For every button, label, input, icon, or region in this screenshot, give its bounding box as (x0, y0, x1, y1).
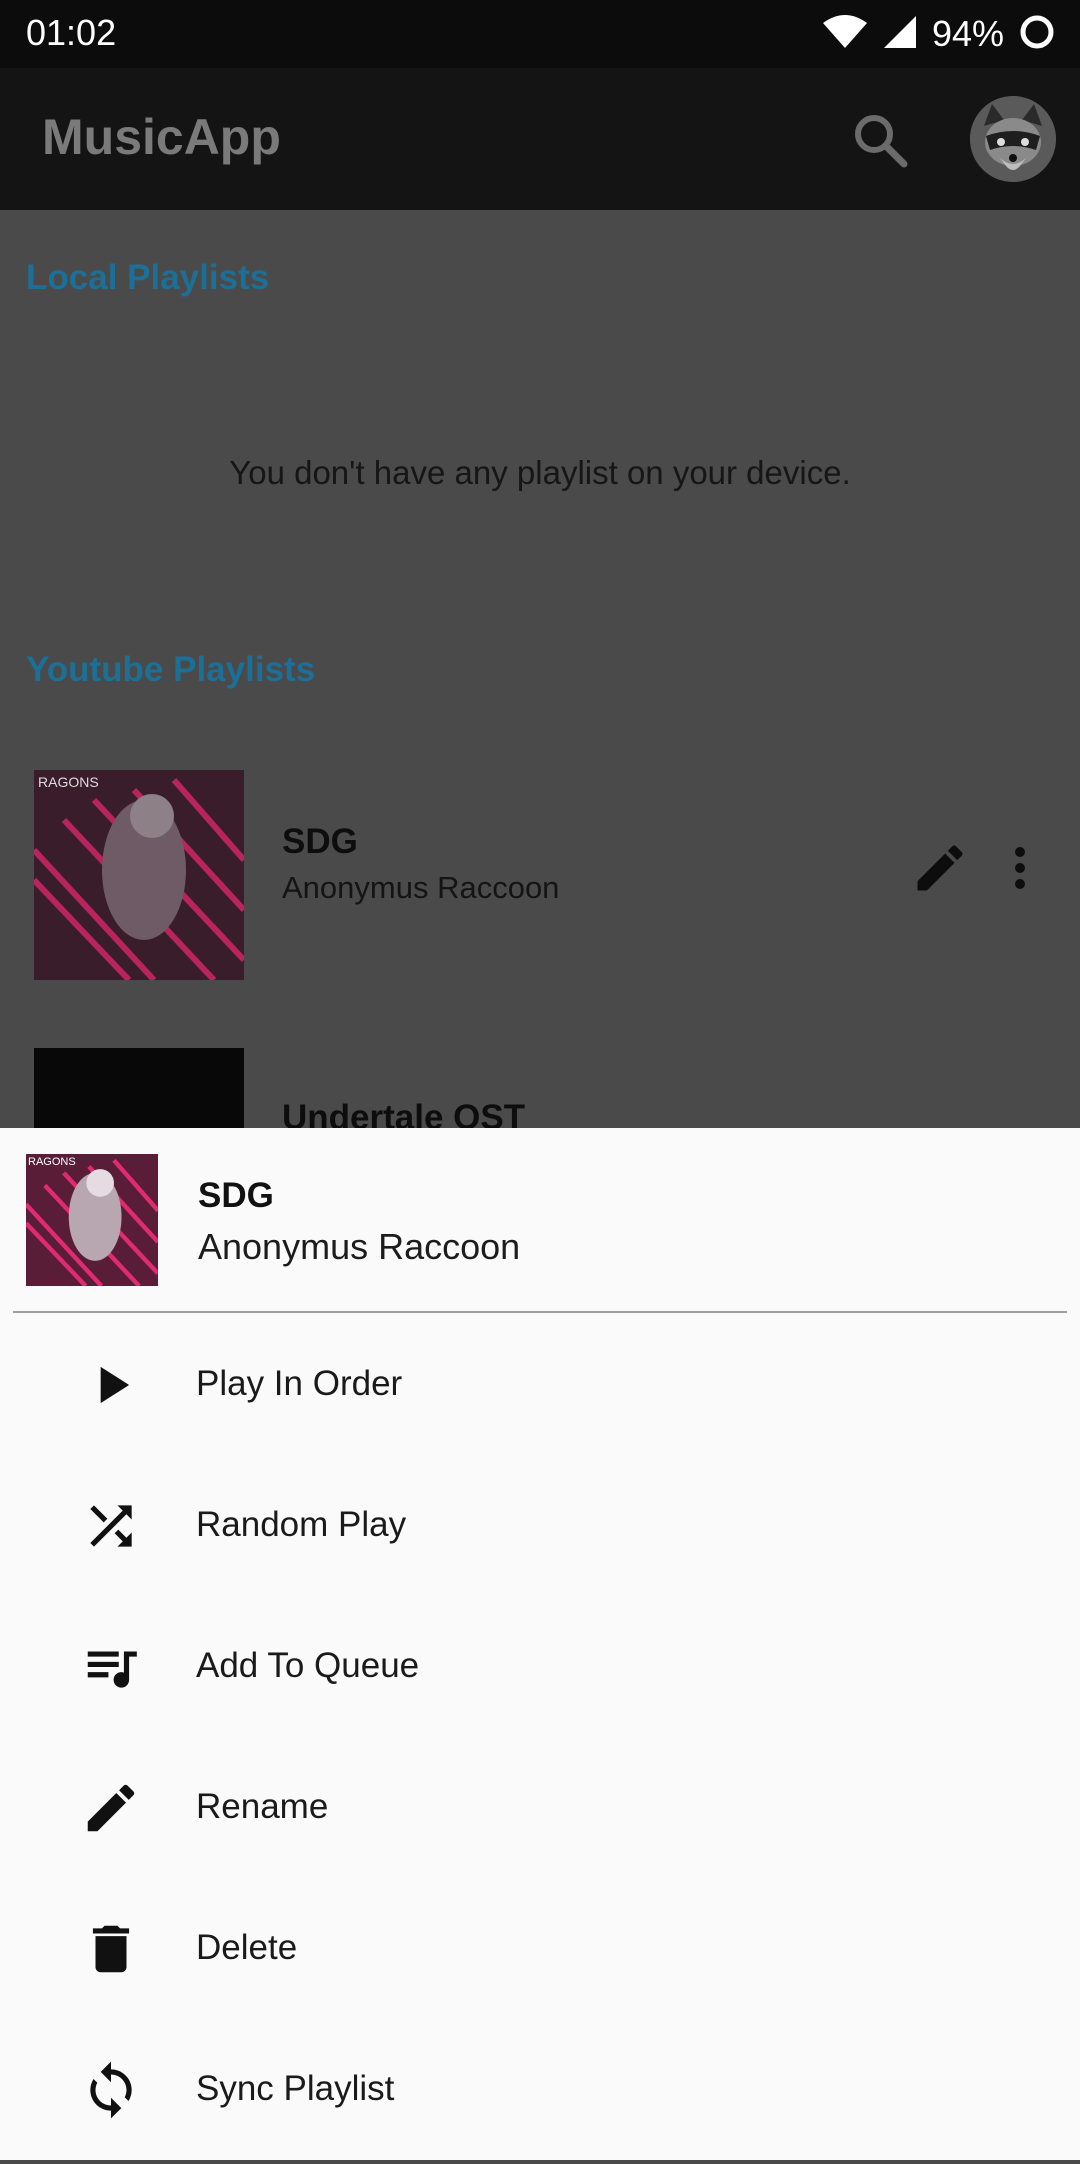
playlist-title: SDG (282, 822, 358, 861)
local-playlists-heading: Local Playlists (26, 258, 270, 297)
menu-item-label: Play In Order (196, 1364, 403, 1403)
play-icon (100, 1366, 130, 1404)
youtube-playlists-heading: Youtube Playlists (26, 650, 316, 689)
search-icon (855, 115, 908, 168)
pencil-icon (917, 845, 963, 891)
menu-item-add-to-queue[interactable]: Add To Queue (0, 1600, 1080, 1741)
playlist-row[interactable]: RAGONS SDG Anonymus Raccoon (0, 770, 1080, 982)
playlists-content: Local Playlists You don't have any playl… (0, 210, 1080, 1128)
battery-percent: 94% (931, 13, 1004, 54)
avatar[interactable] (970, 96, 1056, 182)
wifi-icon (822, 14, 868, 55)
playlist-owner: Anonymus Raccoon (282, 870, 560, 905)
menu-item-play-in-order[interactable]: Play In Order (0, 1318, 1080, 1459)
menu-item-label: Random Play (196, 1505, 407, 1544)
pencil-icon (87, 1784, 135, 1832)
sheet-header: RAGONS SDG Anonymus Raccoon (0, 1128, 1080, 1312)
menu-item-random-play[interactable]: Random Play (0, 1459, 1080, 1600)
menu-item-label: Rename (196, 1787, 329, 1826)
sync-icon (90, 2061, 132, 2119)
sheet-title: SDG (198, 1176, 274, 1215)
edit-playlist-button[interactable] (910, 838, 970, 898)
playlist-cover (34, 1048, 244, 1128)
divider (13, 1311, 1067, 1313)
more-vert-icon (1015, 847, 1025, 889)
raccoon-icon (970, 96, 1056, 182)
battery-icon (1018, 13, 1056, 56)
playlist-cover: RAGONS (34, 770, 244, 980)
trash-icon (92, 1925, 130, 1973)
menu-item-label: Sync Playlist (196, 2069, 395, 2108)
status-icons: 94% (822, 10, 1056, 58)
queue-music-icon (87, 1651, 137, 1688)
menu-item-label: Add To Queue (196, 1646, 420, 1685)
search-button[interactable] (848, 108, 912, 172)
cover-text: RAGONS (38, 774, 99, 790)
status-bar: 01:02 94% (0, 0, 1080, 68)
menu-item-label: Delete (196, 1928, 298, 1967)
more-options-button[interactable] (1000, 838, 1040, 898)
status-time: 01:02 (26, 12, 117, 53)
shuffle-icon (90, 1505, 132, 1547)
playlist-row[interactable]: Undertale OST (0, 1048, 1080, 1128)
cell-signal-icon (882, 14, 918, 55)
album-art-icon (34, 770, 244, 980)
cover-text: RAGONS (28, 1156, 76, 1168)
empty-state-message: You don't have any playlist on your devi… (229, 454, 851, 491)
menu-item-delete[interactable]: Delete (0, 1882, 1080, 2023)
sheet-cover: RAGONS (26, 1154, 158, 1286)
app-title: MusicApp (42, 109, 281, 165)
playlist-options-sheet: RAGONS SDG Anonymus Raccoon Play In Orde… (0, 1128, 1080, 2160)
album-art-icon (26, 1154, 158, 1286)
playlist-title: Undertale OST (282, 1098, 526, 1128)
sheet-subtitle: Anonymus Raccoon (198, 1226, 521, 1267)
app-bar: MusicApp (0, 68, 1080, 210)
menu-item-sync-playlist[interactable]: Sync Playlist (0, 2023, 1080, 2164)
menu-item-rename[interactable]: Rename (0, 1741, 1080, 1882)
